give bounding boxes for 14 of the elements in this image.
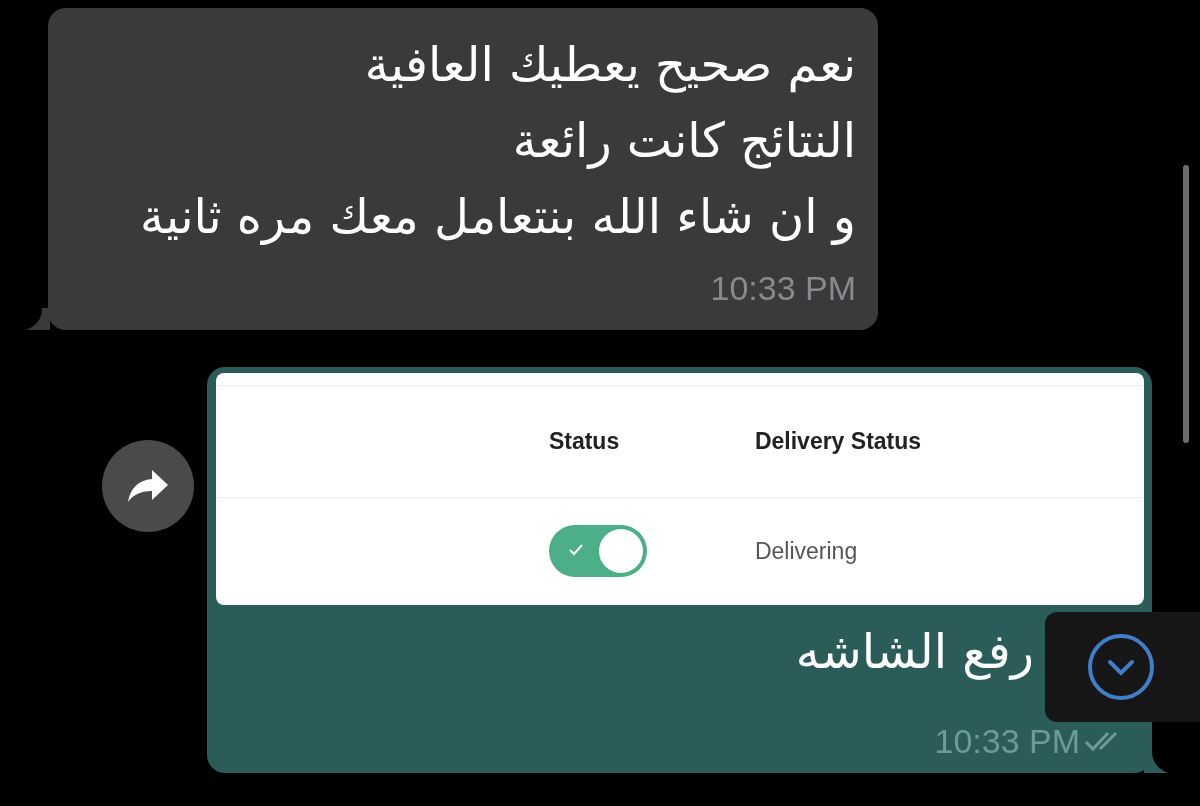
message-text: و ان شاء الله بنتعامل معك مره ثانية <box>140 187 856 247</box>
message-time: 10:33 PM <box>934 721 1080 761</box>
scroll-bar[interactable] <box>1183 165 1189 443</box>
message-text: نعم صحيح يعطيك العافية <box>364 35 856 95</box>
status-toggle[interactable] <box>548 525 647 578</box>
share-arrow-icon <box>125 468 170 504</box>
check-icon <box>568 544 583 557</box>
message-text: النتائج كانت رائعة <box>512 111 856 171</box>
message-time: 10:33 PM <box>710 268 856 308</box>
column-header: Status <box>548 428 621 455</box>
message-text: رفع الشاشه <box>795 622 1034 682</box>
scroll-down-icon[interactable] <box>1087 633 1155 701</box>
column-header: Delivery Status <box>754 428 923 455</box>
table-cell-text: Delivering <box>754 538 859 565</box>
